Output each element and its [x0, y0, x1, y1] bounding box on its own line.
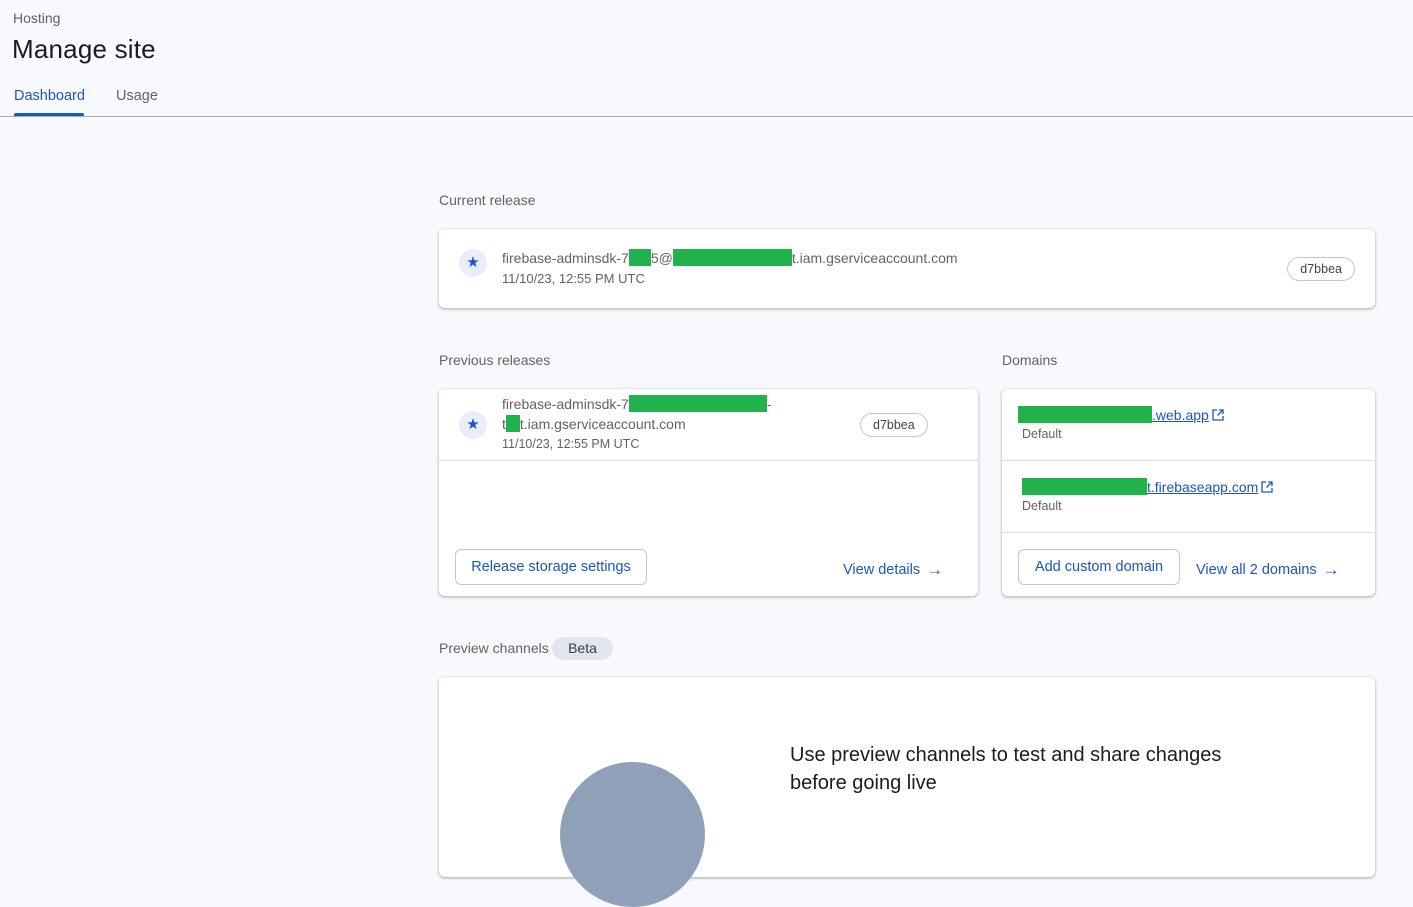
author-email-suffix: t.iam.gserviceaccount.com [519, 416, 686, 432]
current-release-heading: Current release [439, 192, 536, 208]
tab-bar: Dashboard Usage [0, 84, 1413, 117]
domain-link-firebaseapp[interactable]: t.firebaseapp.com [1022, 478, 1273, 495]
divider [439, 460, 978, 461]
tab-usage[interactable]: Usage [116, 88, 158, 104]
release-hash-chip: d7bbea [860, 413, 928, 437]
add-custom-domain-button[interactable]: Add custom domain [1018, 549, 1180, 585]
previous-releases-card: ★ firebase-adminsdk-7 - t t.iam.gserviceac… [439, 389, 978, 596]
page-title: Manage site [12, 34, 156, 64]
redaction [672, 249, 792, 266]
author-email-prefix: firebase-adminsdk-7 [502, 396, 629, 412]
external-link-icon [1261, 481, 1273, 493]
author-email-mid: 5@ [650, 250, 673, 266]
release-hash-chip: d7bbea [1287, 257, 1355, 281]
domain-default-label: Default [1022, 499, 1062, 513]
redaction [628, 249, 651, 266]
preview-channels-heading: Preview channels [439, 640, 549, 656]
view-all-domains-label: View all 2 domains [1196, 562, 1317, 578]
previous-release-author-line1: firebase-adminsdk-7 - [502, 394, 772, 414]
release-storage-settings-button[interactable]: Release storage settings [455, 549, 647, 585]
domain-suffix: t.firebaseapp.com [1147, 479, 1259, 495]
preview-channels-description: Use preview channels to test and share c… [790, 744, 1222, 794]
domain-link-web-app[interactable]: .web.app [1018, 406, 1224, 423]
author-email-prefix: firebase-adminsdk-7 [502, 250, 629, 266]
beta-badge: Beta [552, 637, 613, 660]
preview-illustration [560, 762, 705, 907]
current-release-card: ★ firebase-adminsdk-7 5@ t.iam.gserviceacc… [439, 229, 1375, 308]
previous-release-date: 11/10/23, 12:55 PM UTC [502, 437, 640, 451]
author-email-suffix: t.iam.gserviceaccount.com [791, 250, 958, 266]
view-details-label: View details [843, 562, 921, 578]
domains-heading: Domains [1002, 352, 1058, 368]
breadcrumb: Hosting [13, 10, 61, 26]
tab-dashboard[interactable]: Dashboard [14, 88, 85, 104]
domains-card: .web.app Default t.firebaseapp.com Defau… [1002, 389, 1375, 596]
current-release-author: firebase-adminsdk-7 5@ t.iam.gserviceaccou… [502, 248, 958, 268]
divider [1002, 532, 1375, 533]
current-release-date: 11/10/23, 12:55 PM UTC [502, 271, 645, 286]
star-icon: ★ [459, 411, 487, 439]
external-link-icon [1212, 409, 1224, 421]
divider [1002, 460, 1375, 461]
domain-suffix: .web.app [1152, 407, 1209, 423]
arrow-right-icon: → [926, 560, 944, 579]
view-all-domains-link[interactable]: View all 2 domains → [1196, 559, 1340, 579]
redaction [628, 395, 767, 412]
active-tab-indicator [14, 113, 84, 116]
author-email-dash: - [766, 396, 772, 412]
previous-releases-heading: Previous releases [439, 352, 551, 368]
previous-release-author-line2: t t.iam.gserviceaccount.com [502, 414, 686, 434]
arrow-right-icon: → [1322, 560, 1340, 579]
star-icon: ★ [459, 249, 487, 277]
redaction [1022, 478, 1147, 495]
redaction [1018, 406, 1152, 423]
view-details-link[interactable]: View details → [843, 559, 943, 579]
redaction [505, 415, 520, 432]
domain-default-label: Default [1022, 427, 1062, 441]
